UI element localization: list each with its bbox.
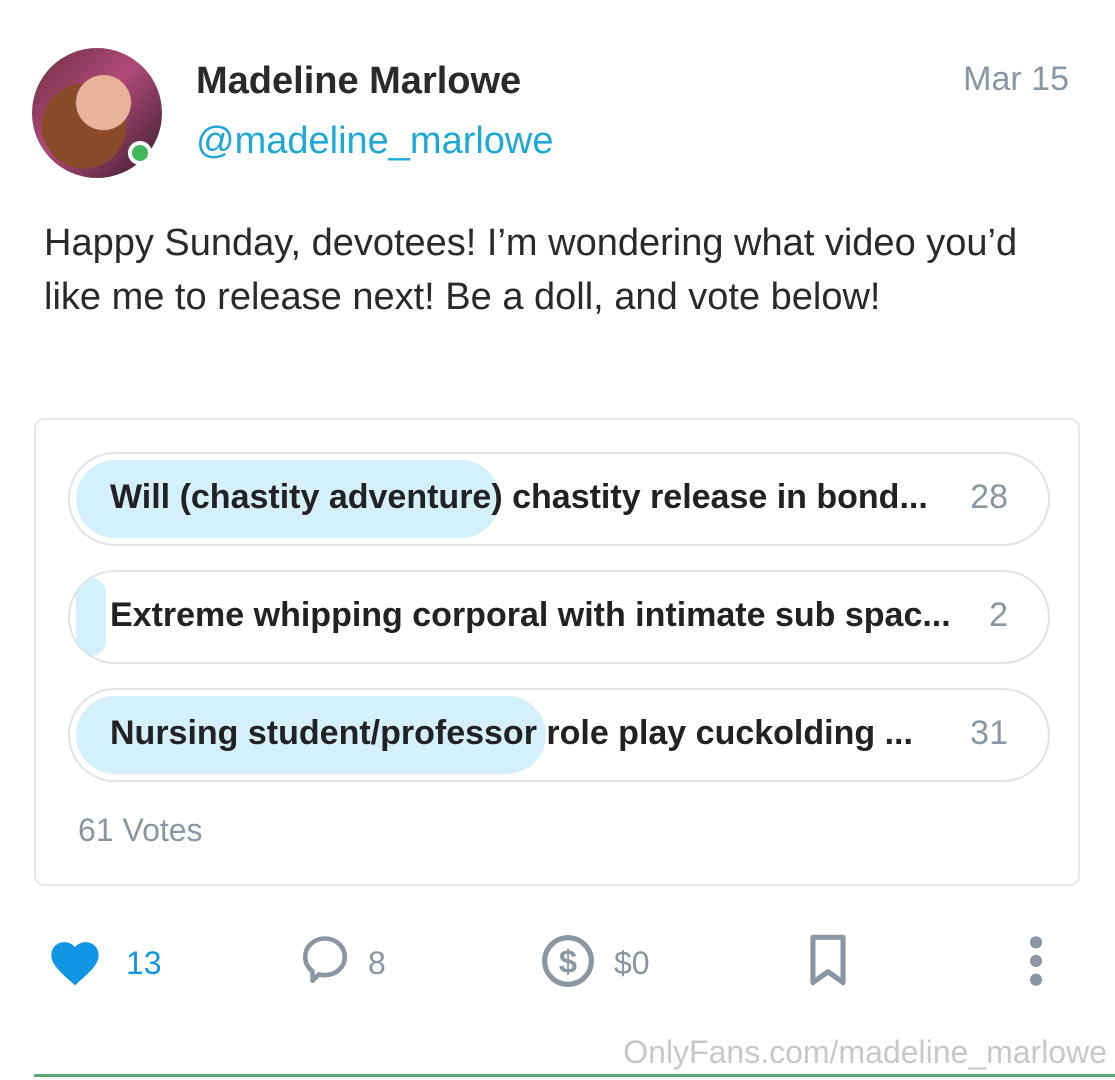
send-tip-button[interactable]: $ $0	[540, 928, 650, 998]
watermark: OnlyFans.com/madeline_marlowe	[623, 1034, 1107, 1070]
like-button[interactable]: 13	[46, 928, 162, 998]
comment-icon	[300, 933, 350, 994]
bookmark-icon	[806, 933, 850, 994]
dollar-coin-icon: $	[540, 933, 596, 994]
poll-option-count: 28	[970, 478, 1008, 516]
post-date[interactable]: Mar 15	[963, 60, 1069, 99]
poll-option-label: Will (chastity adventure) chastity relea…	[110, 478, 928, 516]
poll-option-label: Nursing student/professor role play cuck…	[110, 714, 913, 752]
comment-count: 8	[368, 944, 386, 981]
poll-card: Will (chastity adventure) chastity relea…	[34, 418, 1080, 886]
poll-vote-total: 61 Votes	[78, 812, 203, 848]
author-display-name[interactable]: Madeline Marlowe	[196, 60, 521, 103]
bookmark-button[interactable]	[806, 928, 850, 998]
heart-icon	[46, 935, 104, 992]
author-handle[interactable]: @madeline_marlowe	[196, 120, 554, 163]
poll-option[interactable]: Nursing student/professor role play cuck…	[68, 688, 1050, 782]
online-status-indicator	[128, 141, 152, 165]
bottom-divider	[34, 1074, 1115, 1077]
poll-option[interactable]: Extreme whipping corporal with intimate …	[68, 570, 1050, 664]
more-options-button[interactable]	[1024, 928, 1048, 998]
poll-option-count: 31	[970, 714, 1008, 752]
like-count: 13	[126, 944, 162, 981]
svg-text:$: $	[559, 942, 577, 979]
poll-option-label: Extreme whipping corporal with intimate …	[110, 596, 951, 634]
poll-option-count: 2	[989, 596, 1008, 634]
poll-option-fill	[76, 578, 106, 656]
poll-option[interactable]: Will (chastity adventure) chastity relea…	[68, 452, 1050, 546]
post-text: Happy Sunday, devotees! I’m wondering wh…	[44, 222, 1018, 318]
tip-amount: $0	[614, 944, 650, 981]
more-vertical-icon	[1024, 933, 1048, 994]
comment-button[interactable]: 8	[300, 928, 386, 998]
post-action-bar: 13 8 $ $0	[0, 928, 1115, 998]
